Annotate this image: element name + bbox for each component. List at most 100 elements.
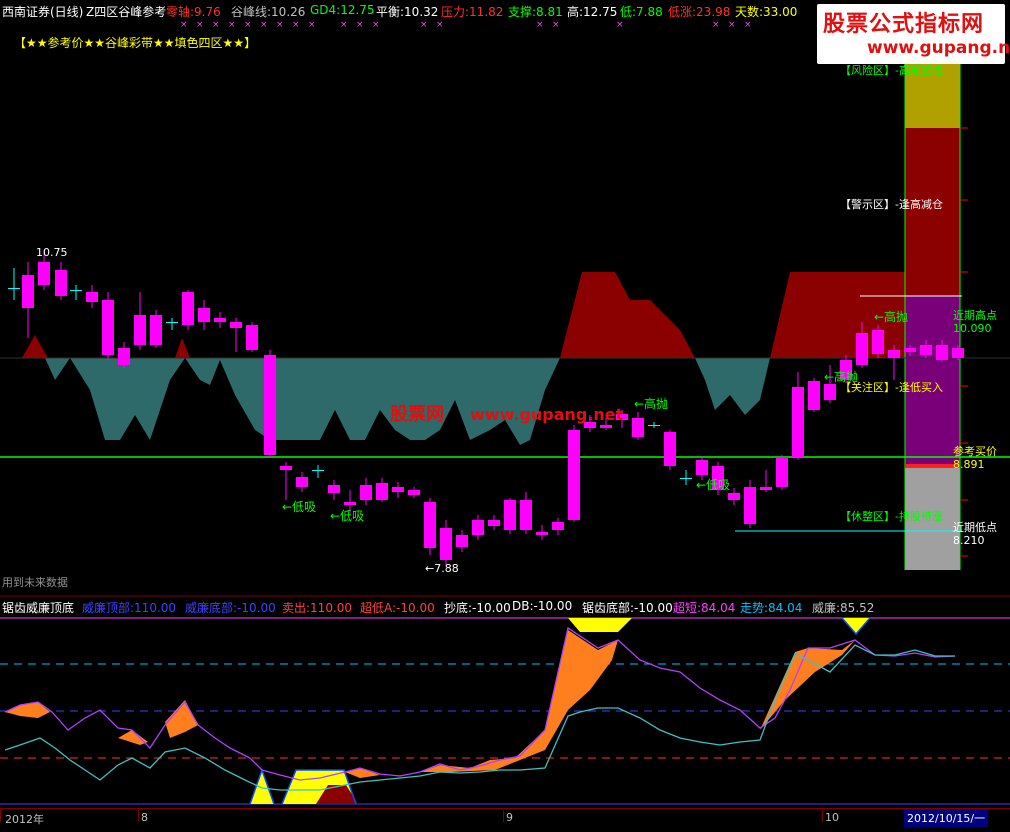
candle-body — [166, 322, 178, 323]
signal-x-markers: × × × × × × × × × × × × × × × × × × × × — [180, 20, 752, 30]
candle-body — [264, 355, 276, 455]
zone-risk-label: 【风险区】-高抛避险 — [840, 64, 943, 77]
candle-body — [792, 387, 804, 457]
indicator-item-value: -10.00 — [237, 601, 276, 615]
candle-body — [440, 528, 452, 560]
formula-banner: 【★★参考价★★谷峰彩带★★填色四区★★】 — [14, 36, 257, 50]
indicator-item-2: 卖出:110.00 — [282, 599, 352, 616]
x-marker: × — [180, 20, 188, 30]
candle-body — [808, 381, 820, 410]
topbar-item-value: 10.32 — [404, 5, 439, 19]
cursor-date[interactable]: 2012/10/15/一 — [904, 809, 989, 827]
buy-signal-1: ←低吸 — [282, 500, 317, 514]
candle-body — [134, 315, 146, 345]
indicator-item-label: 卖出: — [282, 601, 311, 615]
indicator-item-value: 85.52 — [840, 601, 875, 615]
indicator-item-0: 威廉顶部:110.00 — [82, 599, 176, 616]
indicator-item-label: 超低A: — [360, 601, 397, 615]
topbar-item-label: 零轴: — [166, 5, 195, 19]
indicator-item-label: 威廉底部: — [185, 601, 238, 615]
x-marker: × — [372, 20, 380, 30]
candle-body — [456, 535, 468, 547]
x-marker: × — [276, 20, 284, 30]
candle-body — [214, 318, 226, 322]
peak-band-mid — [560, 272, 695, 358]
axis-month-8: 8 — [141, 811, 148, 824]
indicator-item-1: 威廉底部:-10.00 — [185, 599, 276, 616]
x-marker: × — [616, 20, 624, 30]
zone-rest-label: 【休整区】-持股待涨 — [840, 510, 943, 523]
candle-body — [296, 477, 308, 487]
topbar-item-5: 支撑:8.81 — [508, 3, 563, 20]
indicator-item-value: 110.00 — [310, 601, 353, 615]
trend-line — [4, 644, 955, 791]
topbar-item-label: 低: — [620, 5, 637, 19]
candle-body — [280, 466, 292, 470]
candle-body — [632, 418, 644, 437]
x-marker: × — [212, 20, 220, 30]
candle-body — [55, 270, 67, 296]
indicator-item-label: 威廉顶部: — [82, 601, 135, 615]
candle-body — [568, 430, 580, 520]
recent-low-value: 8.210 — [953, 534, 985, 547]
indicator-item-label: 超短: — [673, 601, 702, 615]
indicator-item-6: 锯齿底部:-10.00 — [582, 599, 673, 616]
indicator-item-9: 威廉:85.52 — [812, 599, 874, 616]
valley-band-mid — [695, 358, 770, 415]
candle-body — [680, 478, 692, 479]
candle-body — [824, 384, 836, 400]
candle-body — [86, 292, 98, 302]
candle-body — [8, 288, 20, 289]
x-marker: × — [728, 20, 736, 30]
candle-body — [744, 487, 756, 524]
candle-body — [888, 350, 900, 358]
candle-body — [728, 493, 740, 500]
topbar-item-9: 天数:33.00 — [735, 3, 797, 20]
topbar-item-label: 高: — [567, 5, 584, 19]
x-marker: × — [340, 20, 348, 30]
topbar-item-value: 23.98 — [696, 5, 731, 19]
candle-body — [936, 345, 948, 360]
indicator-item-8: 走势:84.04 — [740, 599, 802, 616]
candle-body — [472, 520, 484, 535]
x-marker: × — [308, 20, 316, 30]
candle-body — [230, 322, 242, 328]
indicator-name[interactable]: 锯齿威廉顶底 — [2, 599, 74, 616]
x-marker: × — [744, 20, 752, 30]
topbar-item-3: 平衡:10.32 — [376, 3, 438, 20]
candle-body — [392, 487, 404, 492]
x-marker: × — [228, 20, 236, 30]
valley-band — [8, 358, 560, 445]
candle-body — [872, 330, 884, 354]
candle-body — [552, 522, 564, 530]
axis-2012: 2012年 — [5, 813, 44, 826]
candle-body — [344, 502, 356, 505]
candle-body — [198, 308, 210, 322]
candle-body — [536, 532, 548, 535]
topbar-item-value: 10.26 — [271, 5, 306, 19]
topbar-item-0: 零轴:9.76 — [166, 3, 221, 20]
topbar-item-4: 压力:11.82 — [441, 3, 503, 20]
zone-warn-label: 【警示区】-逢高减仓 — [840, 198, 943, 211]
candle-body — [920, 345, 932, 355]
indicator-item-label: DB: — [512, 599, 534, 613]
x-marker: × — [420, 20, 428, 30]
topbar-item-label: 谷峰线: — [231, 5, 272, 19]
future-data-note: 用到未来数据 — [2, 576, 68, 589]
peak-band-left2 — [175, 338, 190, 358]
stock-title[interactable]: 西南证券(日线) — [2, 3, 83, 20]
formula-name[interactable]: Z四区谷峰参考 — [86, 3, 166, 20]
candle-body — [150, 315, 162, 345]
candle-body — [904, 348, 916, 352]
candle-body — [246, 325, 258, 350]
topbar-item-label: 天数: — [735, 5, 764, 19]
candle-body — [520, 500, 532, 530]
x-marker: × — [356, 20, 364, 30]
low-price-label: ←7.88 — [425, 562, 459, 575]
x-marker: × — [292, 20, 300, 30]
x-marker: × — [536, 20, 544, 30]
topbar-item-value: 33.00 — [763, 5, 798, 19]
topbar-item-label: 压力: — [441, 5, 470, 19]
date-axis: 2012年 8 9 10 2012/10/15/一 — [0, 808, 1010, 832]
candle-body — [22, 275, 34, 308]
